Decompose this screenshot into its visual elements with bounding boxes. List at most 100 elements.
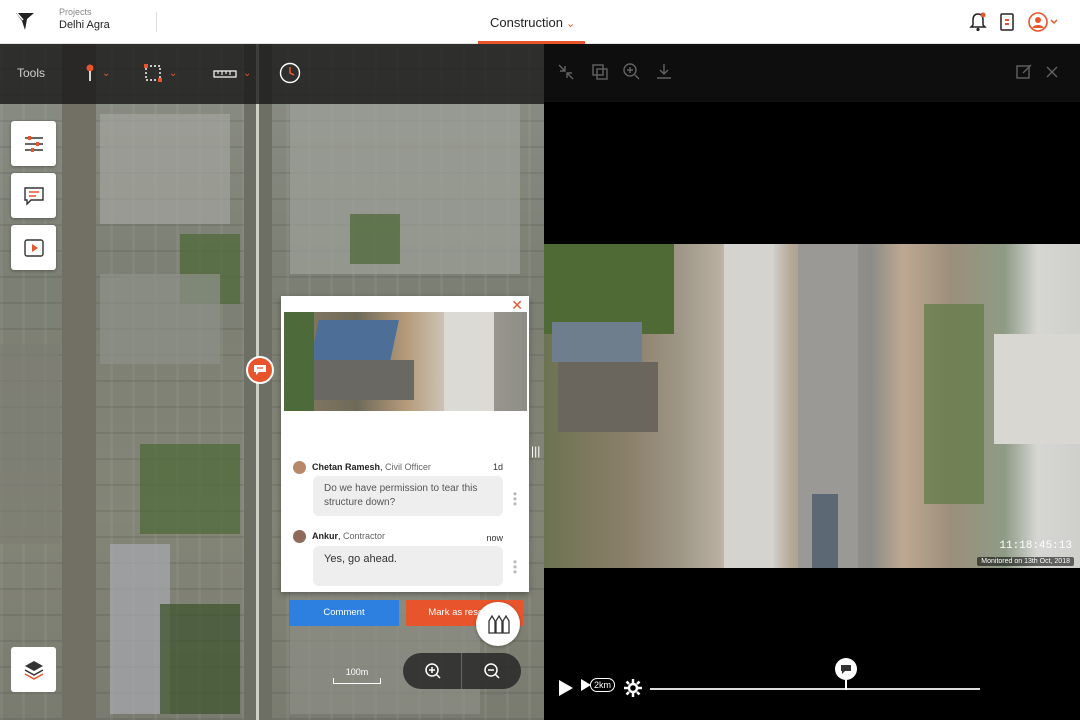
comment-author-role: Civil Officer [385, 462, 431, 472]
compare-icon [488, 614, 510, 634]
video-monitored-date: Monitored on 13th Oct, 2018 [977, 557, 1074, 566]
site-photo-thumbnail[interactable] [284, 312, 527, 411]
map-scale: 100m [333, 656, 381, 686]
comment-author-name: Ankur [312, 531, 339, 541]
timeline-marker-stem [845, 680, 847, 690]
clock-icon [279, 62, 301, 84]
video-timeline[interactable] [650, 688, 980, 690]
more-options-icon[interactable]: • • • [512, 488, 518, 510]
filters-button[interactable] [11, 121, 56, 166]
pin-tool-button[interactable]: ⌄ [84, 62, 110, 84]
avatar [293, 530, 306, 543]
tab-construction-label: Construction [490, 15, 563, 30]
user-avatar-icon[interactable] [1027, 11, 1061, 33]
close-icon[interactable] [1042, 62, 1062, 82]
comment-author-name: Chetan Ramesh [312, 462, 381, 472]
projects-label: Projects [59, 7, 92, 17]
app-logo-icon[interactable] [14, 10, 36, 32]
comment-author: Ankur, Contractor [312, 531, 386, 541]
download-icon[interactable] [654, 62, 674, 82]
more-options-icon[interactable]: • • • [512, 556, 518, 578]
map-texture [350, 214, 400, 264]
scale-bar [333, 678, 381, 684]
thumb-trees [284, 312, 314, 411]
area-select-icon [144, 64, 162, 82]
zoom-in-button[interactable] [403, 653, 462, 689]
video-building-roof [552, 322, 642, 362]
map-texture [160, 604, 240, 714]
video-trees [544, 244, 674, 334]
video-pane: 11:18:45:13 Monitored on 13th Oct, 2018 … [544, 44, 1080, 720]
split-drag-handle[interactable]: ||| [531, 444, 540, 458]
comment-button[interactable]: Comment [289, 600, 399, 626]
video-building [558, 362, 658, 432]
avatar [293, 461, 306, 474]
timeline-comment-marker[interactable] [835, 658, 857, 680]
comment-popup: ✕ Chetan Ramesh, Civil Officer 1d Do we … [281, 296, 529, 626]
tools-label: Tools [17, 66, 46, 80]
comment-text: Do we have permission to tear this struc… [313, 476, 503, 516]
comment-marker[interactable] [246, 356, 274, 384]
area-tool-button[interactable]: ⌄ [143, 62, 177, 84]
layers-icon [24, 660, 43, 680]
gear-icon[interactable] [623, 678, 643, 698]
comment-icon [254, 365, 266, 375]
play-icon[interactable] [557, 678, 575, 698]
copy-icon[interactable] [590, 62, 610, 82]
video-building [994, 334, 1080, 444]
comment-text: Yes, go ahead. [313, 546, 503, 586]
active-tab-indicator [478, 41, 585, 44]
speed-button[interactable]: 2km [580, 678, 616, 692]
collapse-icon[interactable] [556, 62, 576, 82]
zoom-in-icon [424, 663, 441, 679]
drone-video-frame[interactable]: 11:18:45:13 Monitored on 13th Oct, 2018 [544, 244, 1080, 568]
chevron-down-icon: ⌄ [169, 67, 178, 79]
comment-icon [841, 664, 851, 674]
comment-icon [23, 186, 44, 206]
pin-icon [86, 64, 94, 81]
map-texture [140, 444, 240, 534]
sliders-icon [24, 135, 43, 152]
bell-icon[interactable] [968, 11, 988, 33]
comments-button[interactable] [11, 173, 56, 218]
comment-time: now [486, 533, 503, 543]
zoom-in-icon[interactable] [622, 62, 642, 82]
zoom-divider [461, 653, 462, 689]
header-divider [156, 12, 157, 32]
tools-bar: Tools ⌄ ⌄ ⌄ [0, 44, 544, 104]
video-truck [812, 494, 838, 568]
video-timestamp: 11:18:45:13 [999, 540, 1072, 552]
compare-button[interactable] [476, 602, 520, 646]
zoom-out-button[interactable] [462, 653, 521, 689]
map-texture [0, 344, 60, 544]
chevron-down-icon: ⌄ [243, 67, 252, 79]
video-play-icon [23, 238, 44, 257]
speed-label: 2km [590, 678, 616, 692]
project-selector[interactable]: Projects Delhi Agra [59, 7, 110, 33]
video-road-left [724, 244, 774, 568]
thumb-building [304, 360, 414, 400]
measure-tool-button[interactable]: ⌄ [213, 62, 251, 84]
map-texture [290, 104, 520, 274]
thumb-road [444, 312, 494, 411]
zoom-controls [403, 653, 521, 689]
edit-icon[interactable] [1014, 62, 1034, 82]
map-texture [100, 114, 230, 224]
map-pane[interactable]: Tools ⌄ ⌄ ⌄ ✕ Chetan Ramesh, Civil Offic… [0, 44, 544, 720]
timeline-tool-button[interactable] [279, 62, 301, 84]
video-trees [924, 304, 984, 504]
video-button[interactable] [11, 225, 56, 270]
comment-time: 1d [492, 462, 503, 472]
layers-button[interactable] [11, 647, 56, 692]
chevron-down-icon: ⌄ [565, 18, 576, 30]
comment-author-role: Contractor [343, 531, 386, 541]
tab-construction[interactable]: Construction ⌄ [490, 15, 575, 30]
chevron-down-icon: ⌄ [102, 67, 111, 79]
report-icon[interactable] [997, 11, 1017, 33]
close-icon[interactable]: ✕ [511, 298, 523, 312]
project-name: Delhi Agra [59, 19, 110, 31]
top-bar: Projects Delhi Agra Construction ⌄ [0, 0, 1080, 44]
zoom-out-icon [483, 663, 500, 679]
ruler-icon [213, 70, 237, 78]
video-controls: 2km [544, 654, 1080, 704]
